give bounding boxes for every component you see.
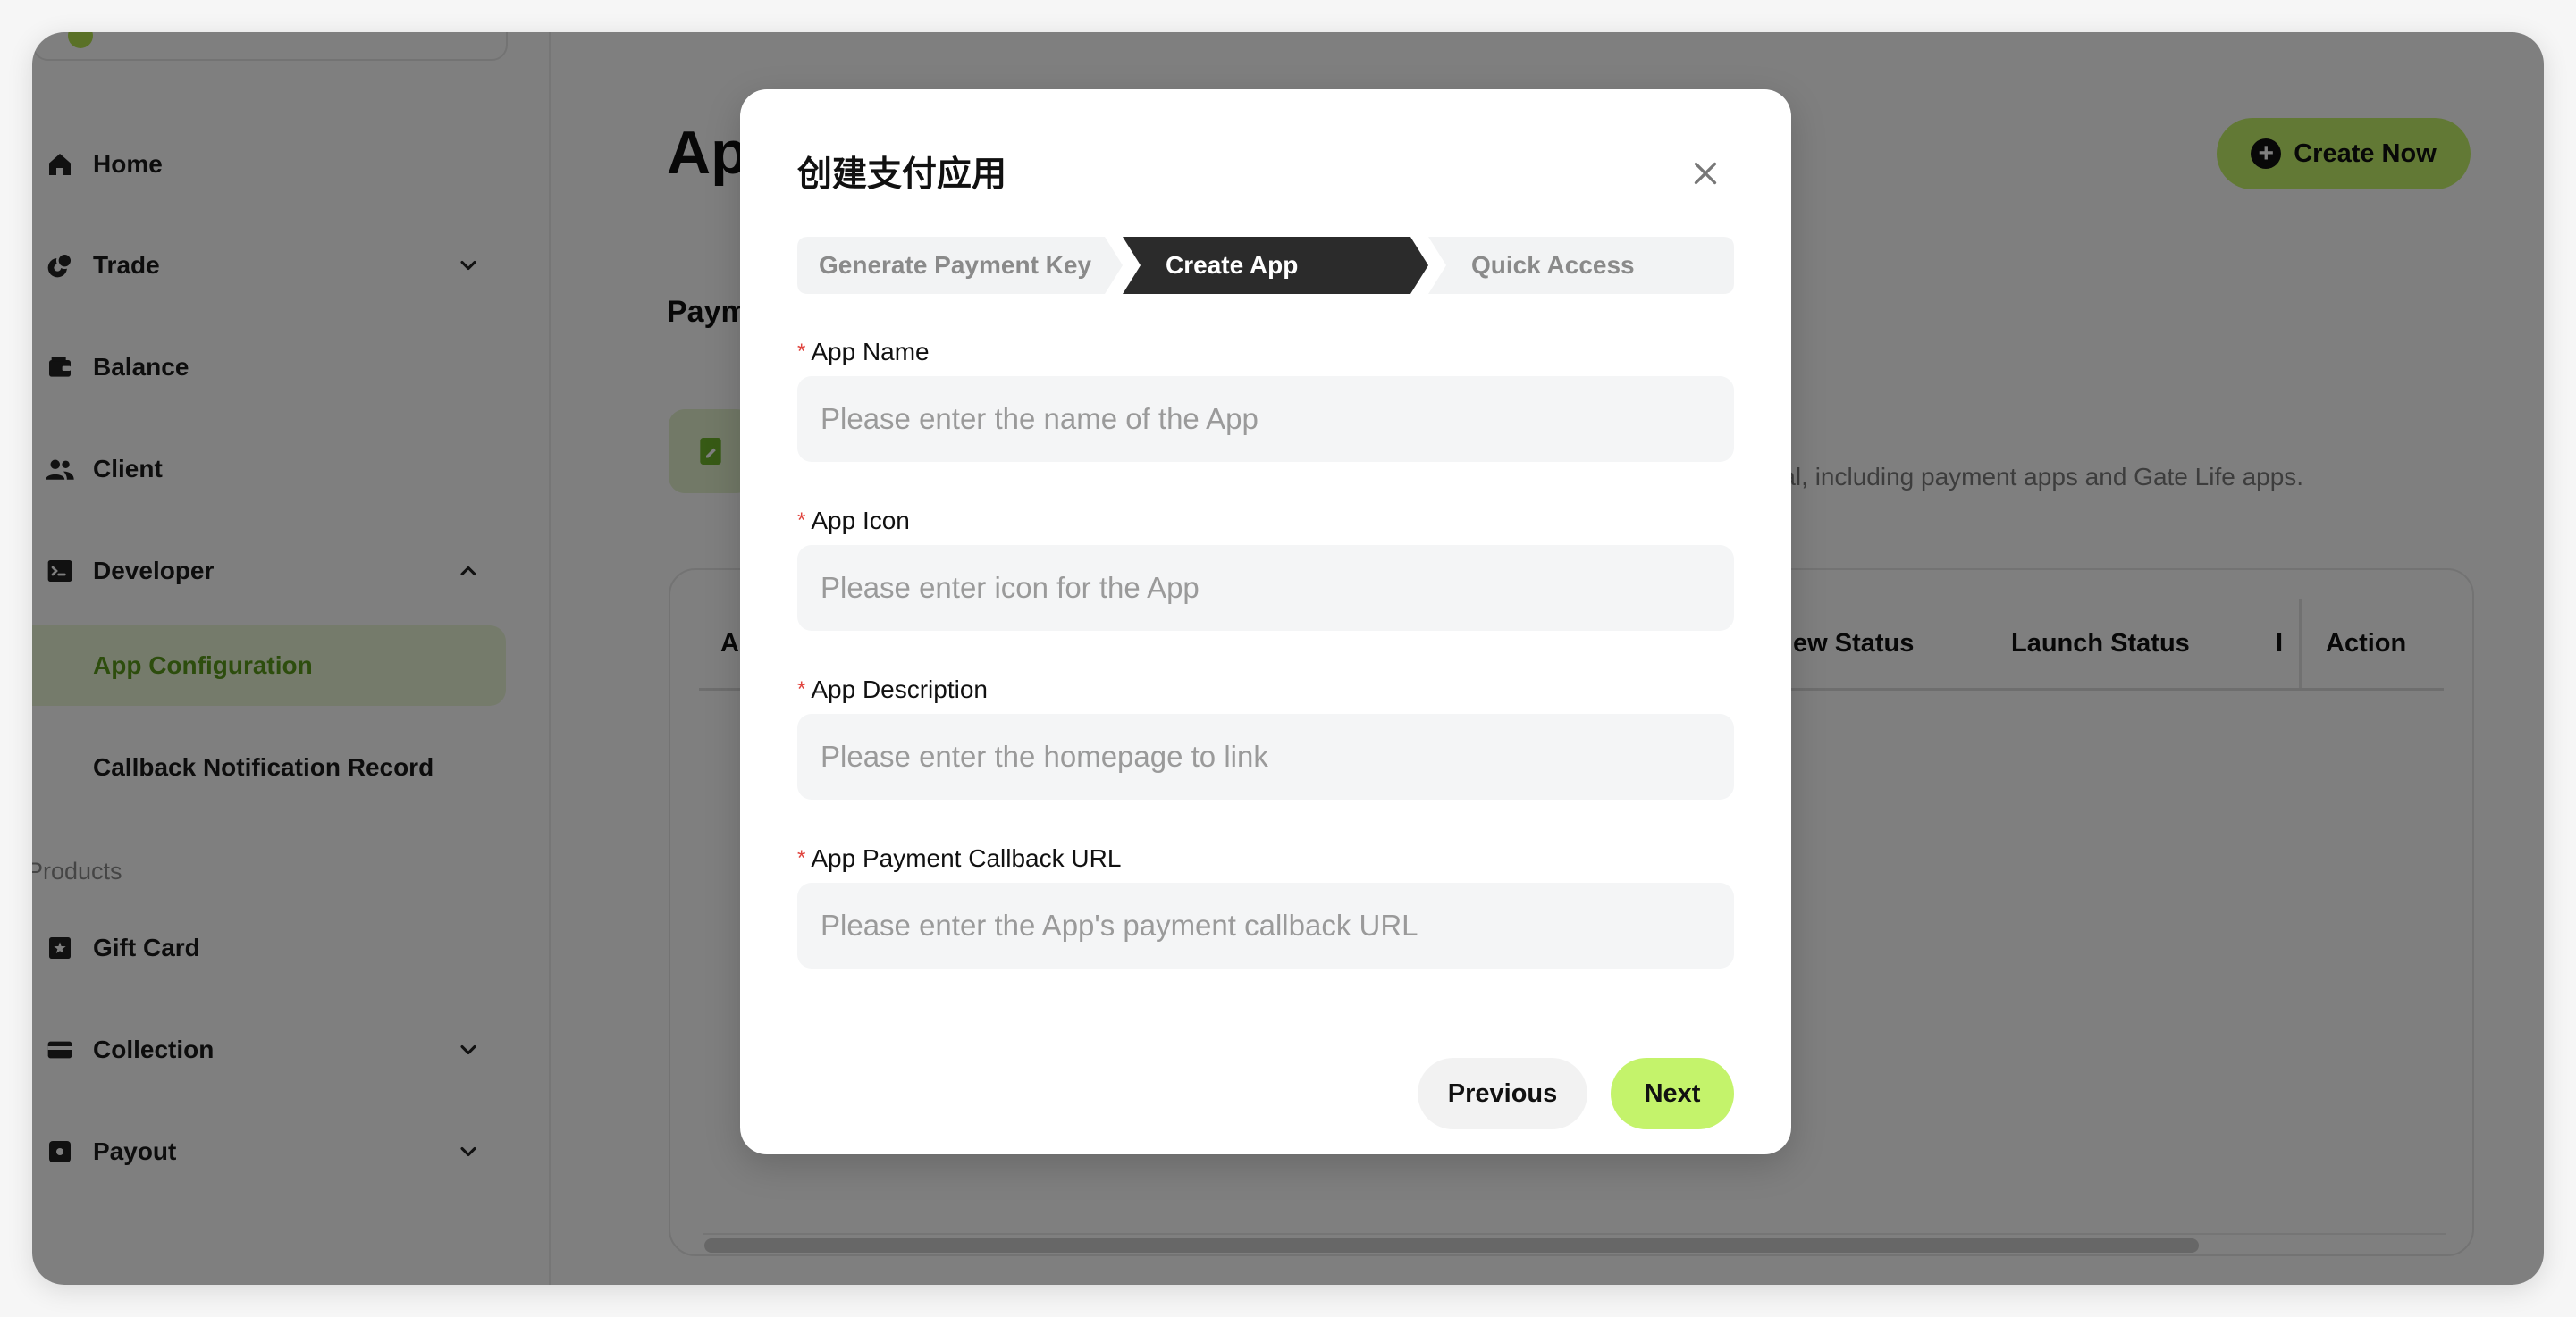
step-generate-payment-key[interactable]: Generate Payment Key (797, 237, 1123, 294)
field-label-text: App Payment Callback URL (811, 844, 1122, 872)
app-description-label: * App Description (797, 675, 988, 704)
step-create-app[interactable]: Create App (1123, 237, 1428, 294)
required-marker: * (797, 340, 806, 364)
field-label-text: App Description (811, 675, 988, 703)
step-quick-access[interactable]: Quick Access (1428, 237, 1734, 294)
app-name-input[interactable] (797, 376, 1734, 462)
dialog-title: 创建支付应用 (797, 155, 1007, 194)
app-window: Home Trade Balance Client (32, 32, 2544, 1285)
app-callback-url-label: * App Payment Callback URL (797, 844, 1121, 873)
step-label: Create App (1166, 251, 1299, 279)
app-name-label: * App Name (797, 338, 930, 366)
previous-button[interactable]: Previous (1418, 1058, 1587, 1129)
app-description-input[interactable] (797, 714, 1734, 800)
app-icon-label: * App Icon (797, 507, 910, 535)
required-marker: * (797, 508, 806, 533)
close-icon (1694, 162, 1717, 185)
step-label: Quick Access (1471, 251, 1635, 279)
close-button[interactable] (1686, 154, 1725, 193)
app-icon-input[interactable] (797, 545, 1734, 631)
next-button[interactable]: Next (1611, 1058, 1734, 1129)
required-marker: * (797, 846, 806, 870)
required-marker: * (797, 677, 806, 701)
app-callback-url-input[interactable] (797, 883, 1734, 969)
stepper: Generate Payment Key Create App Quick Ac… (797, 237, 1734, 294)
step-label: Generate Payment Key (819, 251, 1092, 279)
field-label-text: App Name (811, 338, 930, 365)
field-label-text: App Icon (811, 507, 910, 534)
create-payment-app-dialog: 创建支付应用 Generate Payment Key Create App Q… (740, 89, 1791, 1154)
